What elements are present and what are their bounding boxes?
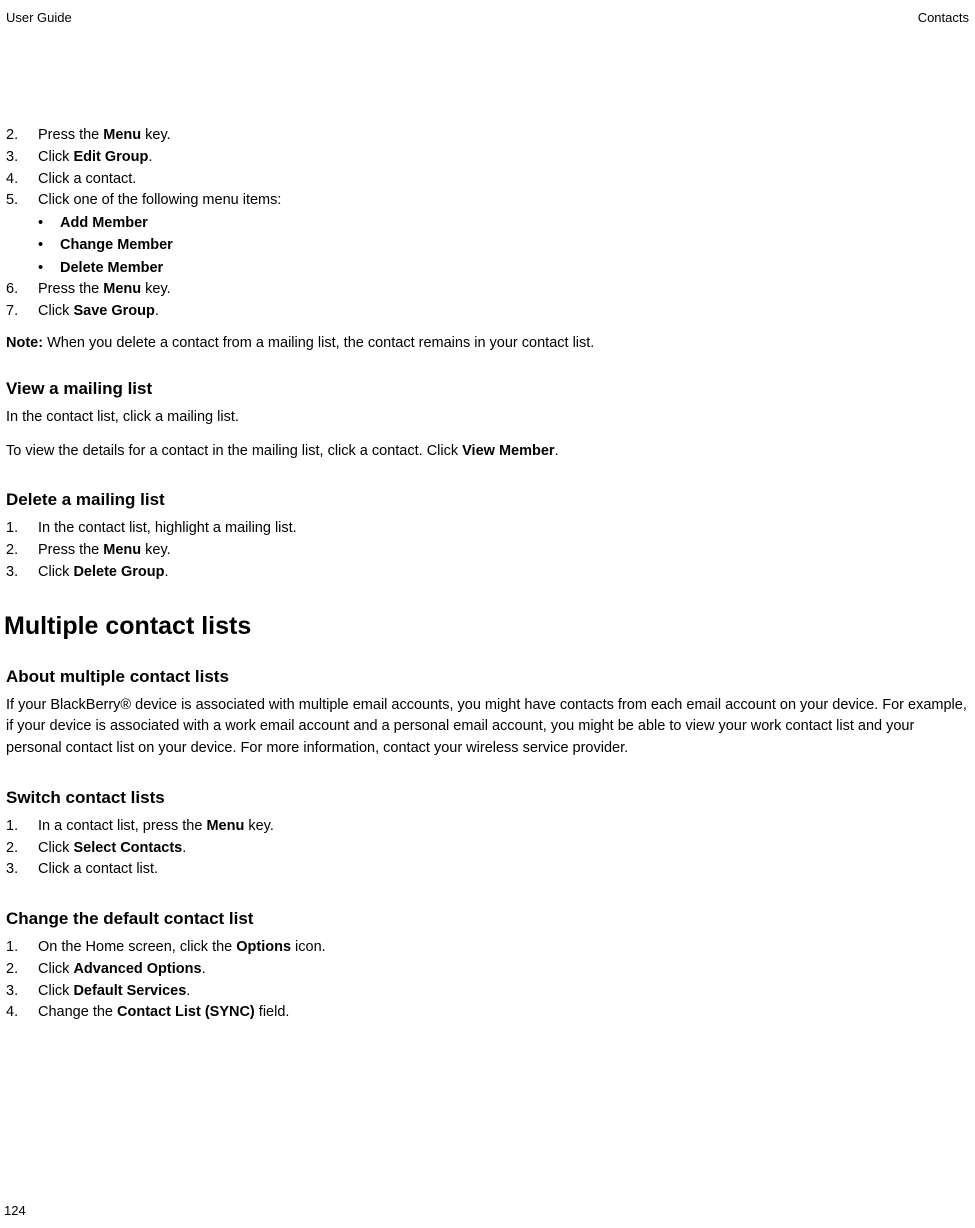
heading-delete-mailing-list: Delete a mailing list <box>6 490 969 510</box>
bullet-dot: • <box>38 234 60 256</box>
bullet-delete-member: •Delete Member <box>38 257 969 279</box>
change-step-2: 2. Click Advanced Options. <box>6 959 969 981</box>
step-5: 5. Click one of the following menu items… <box>6 190 969 212</box>
step-number: 5. <box>6 190 38 212</box>
step-number: 3. <box>6 147 38 169</box>
change-step-3: 3. Click Default Services. <box>6 981 969 1003</box>
step-number: 4. <box>6 1002 38 1024</box>
delete-step-1: 1. In the contact list, highlight a mail… <box>6 518 969 540</box>
section-delete-mailing-list: Delete a mailing list 1. In the contact … <box>6 490 969 583</box>
note-label: Note: <box>6 335 43 351</box>
step-3: 3. Click Edit Group. <box>6 147 969 169</box>
step-text: Click Edit Group. <box>38 147 969 169</box>
step-text: Press the Menu key. <box>38 279 969 301</box>
step-text: Change the Contact List (SYNC) field. <box>38 1002 969 1024</box>
heading-view-mailing-list: View a mailing list <box>6 379 969 399</box>
bullet-text: Delete Member <box>60 257 163 279</box>
step-text: Click a contact. <box>38 169 969 191</box>
view-p2: To view the details for a contact in the… <box>6 441 969 463</box>
step-text: Press the Menu key. <box>38 540 969 562</box>
step-number: 2. <box>6 838 38 860</box>
step-text: Click Save Group. <box>38 301 969 323</box>
heading-change-default: Change the default contact list <box>6 909 969 929</box>
section-change-default: Change the default contact list 1. On th… <box>6 909 969 1024</box>
header-right: Contacts <box>918 10 969 25</box>
heading-multiple-contact-lists: Multiple contact lists <box>4 612 969 641</box>
change-step-1: 1. On the Home screen, click the Options… <box>6 937 969 959</box>
step-text: Click Select Contacts. <box>38 838 969 860</box>
step-number: 6. <box>6 279 38 301</box>
page-number: 124 <box>4 1203 26 1218</box>
step-number: 1. <box>6 518 38 540</box>
delete-step-3: 3. Click Delete Group. <box>6 562 969 584</box>
step-text: Click Delete Group. <box>38 562 969 584</box>
steps-switch: 1. In a contact list, press the Menu key… <box>6 816 969 881</box>
page-header: User Guide Contacts <box>6 10 969 25</box>
step-text: Click one of the following menu items: <box>38 190 969 212</box>
step-number: 2. <box>6 125 38 147</box>
view-p1: In the contact list, click a mailing lis… <box>6 407 969 429</box>
step-number: 7. <box>6 301 38 323</box>
step-number: 1. <box>6 937 38 959</box>
heading-about-multiple: About multiple contact lists <box>6 667 969 687</box>
menu-items-list: •Add Member •Change Member •Delete Membe… <box>6 212 969 279</box>
bullet-change-member: •Change Member <box>38 234 969 256</box>
step-number: 2. <box>6 540 38 562</box>
step-text: In a contact list, press the Menu key. <box>38 816 969 838</box>
step-text: On the Home screen, click the Options ic… <box>38 937 969 959</box>
step-number: 3. <box>6 981 38 1003</box>
steps-delete: 1. In the contact list, highlight a mail… <box>6 518 969 583</box>
steps-edit-group-cont: 6. Press the Menu key. 7. Click Save Gro… <box>6 279 969 323</box>
step-text: Click a contact list. <box>38 859 969 881</box>
section-view-mailing-list: View a mailing list In the contact list,… <box>6 379 969 463</box>
page-content: 2. Press the Menu key. 3. Click Edit Gro… <box>6 125 969 1024</box>
header-left: User Guide <box>6 10 72 25</box>
about-p1: If your BlackBerry® device is associated… <box>6 695 969 760</box>
bullet-add-member: •Add Member <box>38 212 969 234</box>
switch-step-1: 1. In a contact list, press the Menu key… <box>6 816 969 838</box>
delete-step-2: 2. Press the Menu key. <box>6 540 969 562</box>
section-about-multiple: About multiple contact lists If your Bla… <box>6 667 969 760</box>
note-text: When you delete a contact from a mailing… <box>43 335 594 351</box>
bullet-dot: • <box>38 212 60 234</box>
switch-step-2: 2. Click Select Contacts. <box>6 838 969 860</box>
step-7: 7. Click Save Group. <box>6 301 969 323</box>
step-text: Click Default Services. <box>38 981 969 1003</box>
switch-step-3: 3. Click a contact list. <box>6 859 969 881</box>
step-text: Press the Menu key. <box>38 125 969 147</box>
heading-switch-contact-lists: Switch contact lists <box>6 788 969 808</box>
bullet-text: Add Member <box>60 212 148 234</box>
step-number: 3. <box>6 859 38 881</box>
section-switch-contact-lists: Switch contact lists 1. In a contact lis… <box>6 788 969 881</box>
step-number: 3. <box>6 562 38 584</box>
note-paragraph: Note: When you delete a contact from a m… <box>6 335 969 351</box>
step-number: 2. <box>6 959 38 981</box>
bullet-text: Change Member <box>60 234 173 256</box>
step-number: 1. <box>6 816 38 838</box>
step-text: Click Advanced Options. <box>38 959 969 981</box>
steps-edit-group: 2. Press the Menu key. 3. Click Edit Gro… <box>6 125 969 212</box>
bullet-dot: • <box>38 257 60 279</box>
step-4: 4. Click a contact. <box>6 169 969 191</box>
step-2: 2. Press the Menu key. <box>6 125 969 147</box>
step-6: 6. Press the Menu key. <box>6 279 969 301</box>
step-text: In the contact list, highlight a mailing… <box>38 518 969 540</box>
change-step-4: 4. Change the Contact List (SYNC) field. <box>6 1002 969 1024</box>
step-number: 4. <box>6 169 38 191</box>
steps-change: 1. On the Home screen, click the Options… <box>6 937 969 1024</box>
